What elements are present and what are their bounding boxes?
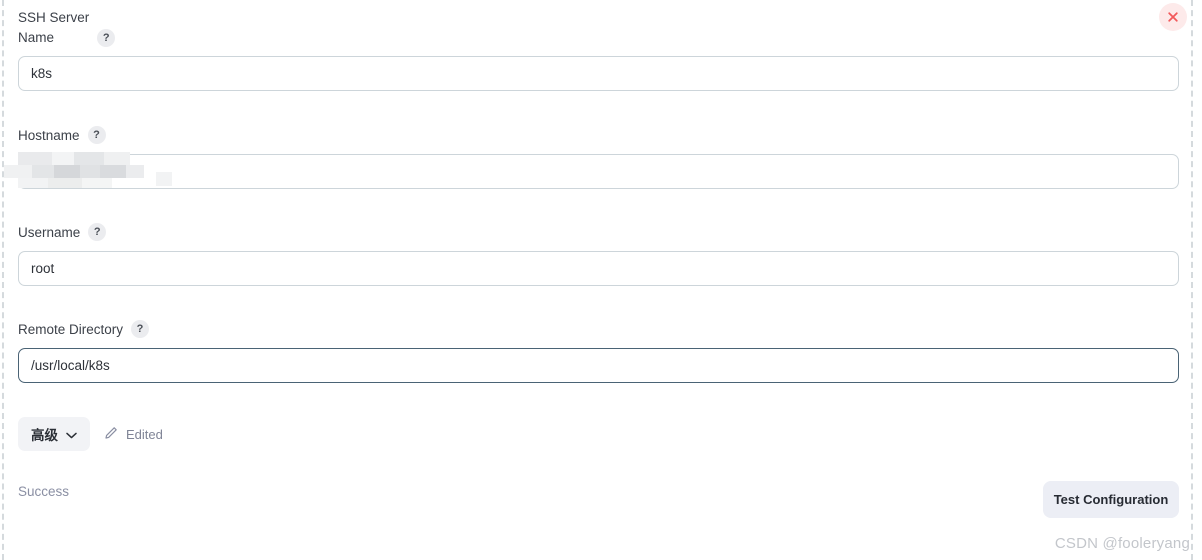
- field-label: Username: [18, 225, 81, 240]
- ssh-server-name-input[interactable]: [18, 56, 1179, 91]
- help-icon[interactable]: ?: [131, 320, 150, 338]
- help-icon[interactable]: ?: [97, 29, 116, 47]
- field-label: Hostname: [18, 128, 80, 143]
- hostname-input[interactable]: [18, 154, 1179, 189]
- field-hostname: Hostname ?: [4, 126, 1179, 189]
- hostname-input-wrap: [4, 152, 1179, 189]
- remote-directory-input[interactable]: [18, 348, 1179, 383]
- advanced-dropdown-button[interactable]: 高级: [18, 417, 90, 451]
- help-icon[interactable]: ?: [87, 126, 106, 144]
- status-text: Success: [18, 484, 70, 499]
- watermark: CSDN @fooleryang: [1054, 535, 1190, 552]
- edited-indicator[interactable]: Edited: [104, 426, 163, 443]
- field-username: Username ?: [18, 223, 1179, 286]
- chevron-down-icon: [66, 427, 77, 442]
- advanced-label: 高级: [31, 428, 58, 443]
- advanced-row: 高级 Edited: [18, 417, 163, 451]
- label-row: Remote Directory ?: [18, 320, 1179, 340]
- help-icon[interactable]: ?: [88, 223, 107, 241]
- dialog-content: SSH Server Name ? Hostname ?: [4, 0, 1187, 560]
- dialog-panel: SSH Server Name ? Hostname ?: [2, 0, 1193, 560]
- pencil-icon: [104, 426, 118, 443]
- label-row: SSH Server Name ?: [18, 8, 1179, 48]
- edited-label: Edited: [126, 426, 163, 442]
- field-label: SSH Server Name: [18, 10, 90, 45]
- field-label: Remote Directory: [18, 322, 124, 337]
- label-row: Hostname ?: [18, 126, 1179, 146]
- field-ssh-server-name: SSH Server Name ?: [18, 8, 1179, 91]
- field-remote-directory: Remote Directory ?: [18, 320, 1179, 383]
- username-input[interactable]: [18, 251, 1179, 286]
- test-configuration-button[interactable]: Test Configuration: [1043, 481, 1179, 518]
- label-row: Username ?: [18, 223, 1179, 243]
